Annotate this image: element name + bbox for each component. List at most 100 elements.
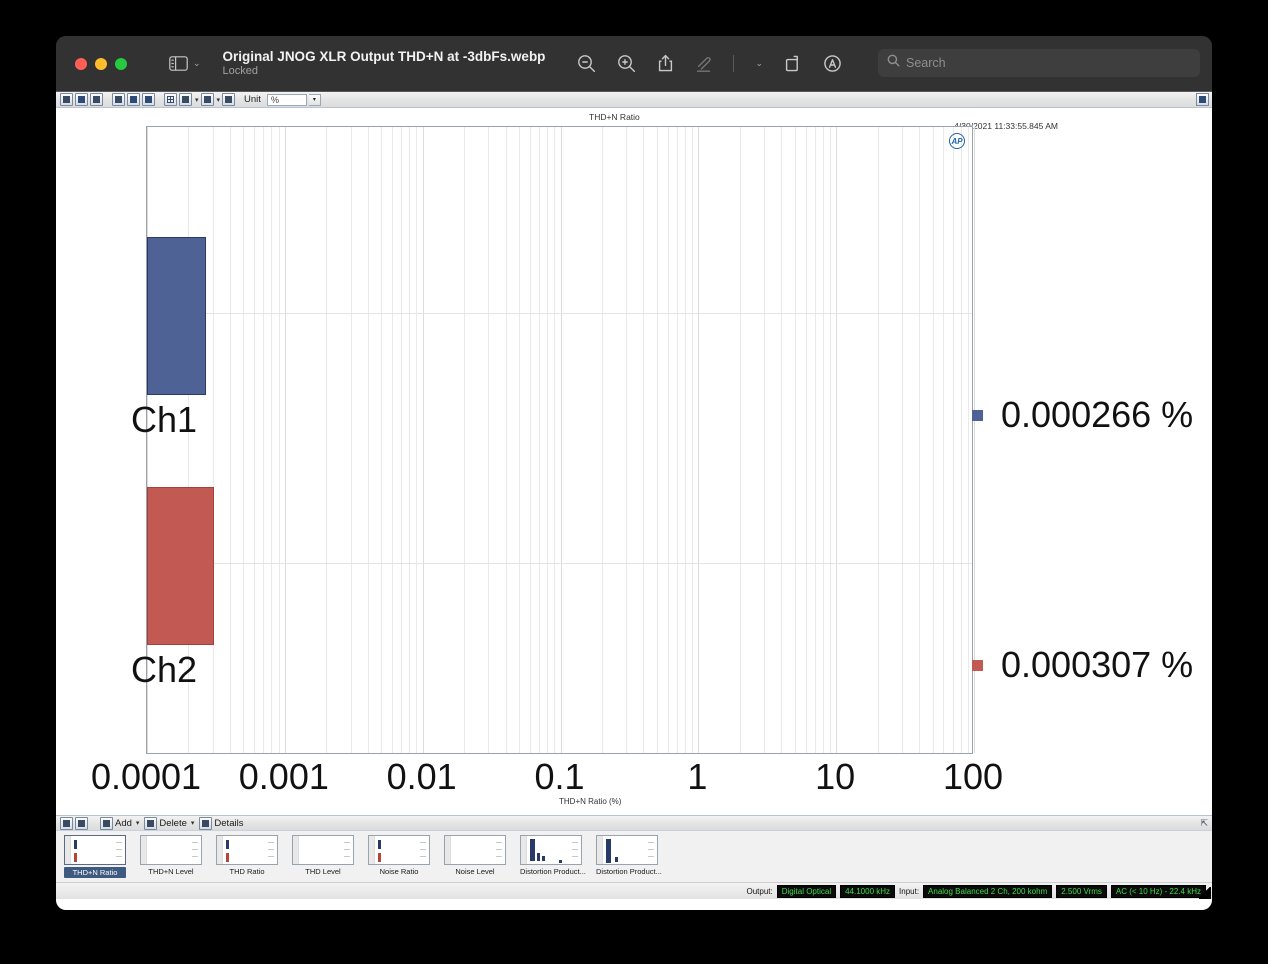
thumbnail-gridline [496, 849, 502, 850]
gear-icon[interactable] [222, 93, 236, 106]
delete-button[interactable]: Delete ▾ [144, 816, 195, 830]
thumbnail-gridline [192, 849, 198, 850]
close-button[interactable] [75, 57, 87, 70]
export-icon[interactable] [75, 93, 88, 106]
print-icon[interactable] [90, 93, 103, 106]
details-label: Details [214, 817, 244, 829]
gridline [263, 127, 265, 753]
thumbnail-gridline [268, 856, 274, 857]
thumbnail-bar [537, 853, 540, 861]
thumbnail-thd-n-ratio[interactable]: THD+N Ratio [64, 835, 126, 878]
collapse-strip-icon[interactable]: ⇱ [1200, 818, 1208, 829]
output-label: Output: [746, 886, 773, 896]
curve-settings-icon[interactable] [200, 93, 214, 106]
gridline [667, 127, 669, 753]
gridline [422, 127, 424, 753]
gridline [401, 127, 403, 753]
gridline [805, 127, 807, 753]
gridline [967, 127, 969, 753]
last-item-icon[interactable] [75, 816, 88, 830]
add-icon [100, 816, 113, 830]
thumbnail-thd-n-level[interactable]: THD+N Level [140, 835, 202, 876]
gridline [529, 127, 531, 753]
axis-settings-caret-icon[interactable]: ▾ [195, 96, 199, 104]
minimize-button[interactable] [95, 57, 107, 70]
table-view-icon[interactable] [164, 93, 177, 106]
thumbnail-preview [64, 835, 126, 865]
legend-swatch-ch1 [972, 409, 983, 421]
preview-window: ⌄ Original JNOG XLR Output THD+N at -3db… [56, 36, 1212, 910]
thumbnail-gridline [648, 856, 654, 857]
thumbnail-thd-level[interactable]: THD Level [292, 835, 354, 876]
share-icon[interactable] [657, 54, 674, 73]
gridline [547, 127, 549, 753]
zoom-in-icon[interactable] [617, 54, 636, 73]
axis-settings-icon[interactable] [179, 93, 192, 106]
x-tick-label: 0.01 [386, 756, 457, 797]
gridline [676, 127, 678, 753]
thumbnail-thd-ratio[interactable]: THD Ratio [216, 835, 278, 876]
delete-label: Delete [159, 817, 187, 829]
thumbnail-bar [378, 853, 381, 862]
curve-settings-caret-icon[interactable]: ▾ [217, 96, 221, 104]
thumbnail-gridline [192, 856, 198, 857]
thumbnail-bar [615, 857, 618, 862]
sidebar-toggle-button[interactable]: ⌄ [169, 56, 201, 71]
unit-select-value[interactable]: % [266, 93, 307, 106]
x-tick-label: 0.0001 [90, 756, 202, 797]
gridline [464, 127, 466, 753]
status-bar: Output: Digital Optical 44.1000 kHz Inpu… [56, 883, 1212, 899]
thumbnail-distortion-product[interactable]: Distortion Product... [596, 835, 662, 876]
gridline [350, 127, 352, 753]
output-value[interactable]: Digital Optical [776, 884, 837, 898]
maximize-button[interactable] [115, 57, 127, 70]
delete-icon [144, 816, 158, 830]
save-icon[interactable] [60, 93, 73, 106]
thumbnail-label: Distortion Product... [596, 867, 662, 876]
input-bandwidth[interactable]: AC (< 10 Hz) - 22.4 kHz [1110, 884, 1206, 898]
search-placeholder: Search [906, 56, 946, 70]
x-tick-label: 100 [942, 756, 1004, 797]
thumbnail-distortion-product[interactable]: Distortion Product... [520, 835, 586, 876]
thumbnail-bar [530, 839, 535, 861]
gridline [822, 127, 824, 753]
thumbnail-noise-ratio[interactable]: Noise Ratio [368, 835, 430, 876]
plot-area[interactable]: AP [146, 126, 975, 754]
markup-chevron-down-icon[interactable]: ⌄ [755, 58, 763, 69]
thumbnail-noise-level[interactable]: Noise Level [444, 835, 506, 876]
gridline-ch1 [147, 313, 972, 314]
expand-panel-icon[interactable] [1196, 93, 1209, 106]
details-button[interactable]: Details [199, 816, 244, 830]
input-value[interactable]: Analog Balanced 2 Ch, 200 kohm [923, 884, 1053, 898]
annotate-icon[interactable] [823, 54, 842, 73]
graph-title: THD+N Ratio [589, 112, 640, 122]
gridline [601, 127, 603, 753]
gridline [794, 127, 796, 753]
delete-caret-icon[interactable]: ▾ [191, 819, 195, 827]
readout-ch1: 0.000266 % [972, 394, 1193, 436]
input-level[interactable]: 2.500 Vrms [1056, 884, 1107, 898]
bar-ch1[interactable] [147, 237, 206, 395]
resize-grip[interactable] [1199, 887, 1211, 899]
zoom-tool-icon[interactable] [112, 93, 125, 106]
rotate-icon[interactable] [784, 54, 802, 73]
search-field[interactable]: Search [878, 49, 1200, 77]
thumbnail-label: Distortion Product... [520, 867, 586, 876]
first-item-icon[interactable] [60, 816, 73, 830]
bar-ch2[interactable] [147, 487, 215, 645]
zoom-out-icon[interactable] [577, 54, 596, 73]
thumbnail-label: Noise Ratio [379, 867, 419, 876]
gridline [952, 127, 954, 753]
markup-pen-icon[interactable] [695, 54, 712, 73]
gridline [278, 127, 280, 753]
thumbnail-gridline [116, 849, 122, 850]
add-caret-icon[interactable]: ▾ [136, 819, 140, 827]
gridline [367, 127, 369, 753]
add-button[interactable]: Add ▾ [100, 816, 140, 830]
output-sample-rate[interactable]: 44.1000 kHz [840, 884, 896, 898]
gridline [212, 127, 214, 753]
pan-tool-icon[interactable] [127, 93, 140, 106]
fit-tool-icon[interactable] [142, 93, 155, 106]
thumbnail-gridline [344, 849, 350, 850]
unit-dropdown-caret-icon[interactable]: ▾ [308, 93, 321, 106]
